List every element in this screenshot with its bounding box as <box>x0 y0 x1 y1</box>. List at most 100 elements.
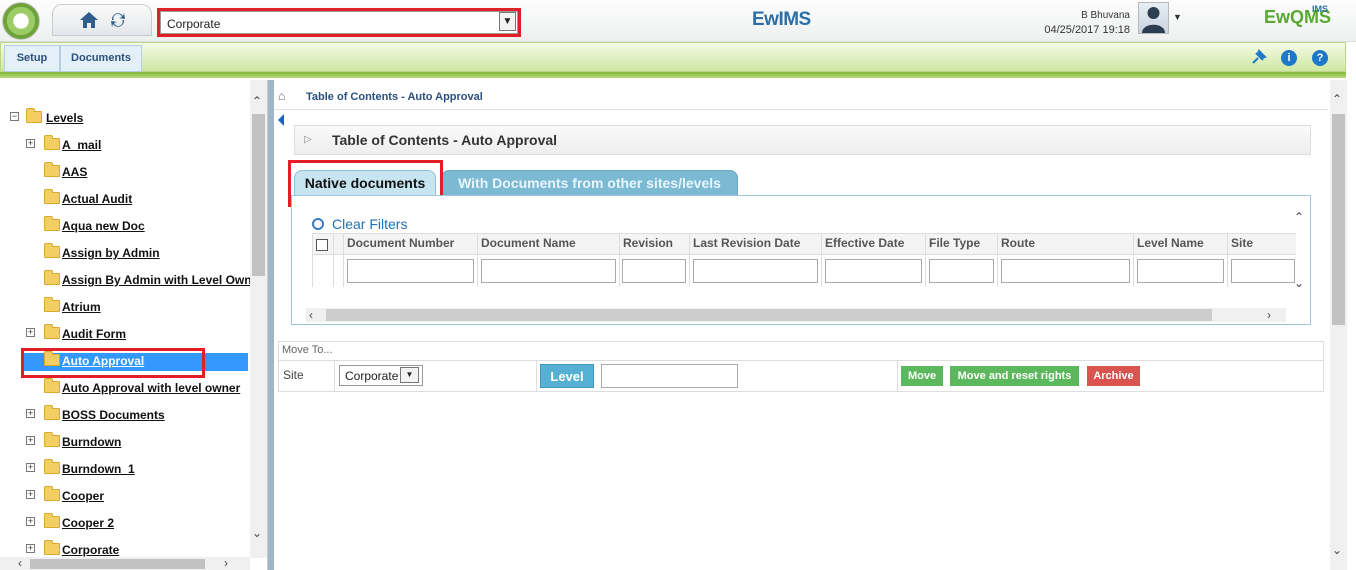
highlight-box-site-selector <box>157 8 521 37</box>
tree-hscroll-thumb[interactable] <box>30 559 205 569</box>
tree-node-label: Levels <box>46 111 84 125</box>
folder-icon <box>26 108 42 123</box>
collapse-panel-icon[interactable] <box>278 114 284 126</box>
move-button[interactable]: Move <box>901 366 943 386</box>
folder-icon <box>44 189 60 204</box>
archive-button[interactable]: Archive <box>1087 366 1140 386</box>
filter-input-file-type[interactable] <box>929 259 994 283</box>
column-header[interactable]: Revision <box>623 236 673 250</box>
column-header[interactable]: Document Name <box>481 236 576 250</box>
expand-arrow-icon[interactable]: ▷ <box>304 134 312 145</box>
menu-setup[interactable]: Setup <box>4 45 60 72</box>
tree-node-label: BOSS Documents <box>62 408 165 422</box>
folder-icon <box>44 135 60 150</box>
move-to-title: Move To... <box>282 344 333 356</box>
expand-icon[interactable]: + <box>26 328 35 337</box>
tree-node-label: Auto Approval with level owner <box>62 381 241 395</box>
folder-icon <box>44 324 60 339</box>
filter-input-effective-date[interactable] <box>825 259 922 283</box>
brand-right-sup: IMS <box>1312 4 1329 14</box>
folder-icon <box>44 243 60 258</box>
grid-scroll-left-icon[interactable]: ‹ <box>309 309 313 321</box>
column-header[interactable]: Document Number <box>347 236 454 250</box>
filter-input-site[interactable] <box>1231 259 1295 283</box>
folder-icon <box>44 513 60 528</box>
column-header[interactable]: Route <box>1001 236 1035 250</box>
folder-icon <box>44 216 60 231</box>
grid-hscroll-thumb[interactable] <box>326 309 1212 321</box>
tree-node-label: Burndown_1 <box>62 462 135 476</box>
site-label: Site <box>283 368 304 382</box>
folder-icon <box>44 459 60 474</box>
expand-icon[interactable]: + <box>26 409 35 418</box>
expand-icon[interactable]: + <box>26 463 35 472</box>
help-icon[interactable]: ? <box>1312 50 1328 66</box>
column-header[interactable]: Effective Date <box>825 236 904 250</box>
refresh-icon[interactable] <box>109 11 127 29</box>
breadcrumb-current[interactable]: Table of Contents - Auto Approval <box>306 91 483 103</box>
user-name: B Bhuvana <box>1081 10 1130 21</box>
folder-icon <box>44 297 60 312</box>
scroll-right-icon[interactable]: › <box>224 557 228 569</box>
expand-icon[interactable]: + <box>26 490 35 499</box>
green-accent-bar <box>0 72 1346 78</box>
filter-input-document-number[interactable] <box>347 259 474 283</box>
tree-node-label: Cooper 2 <box>62 516 115 530</box>
move-to-panel <box>278 341 1324 392</box>
scroll-up-icon[interactable]: ⌃ <box>252 95 262 107</box>
tree-node-label: Cooper <box>62 489 104 503</box>
main-menubar: Setup Documents i ? <box>0 42 1346 72</box>
folder-icon <box>44 270 60 285</box>
breadcrumb-home-icon[interactable]: ⌂ <box>278 89 285 103</box>
info-icon[interactable]: i <box>1281 50 1297 66</box>
ewims-logo: EwIMS <box>752 9 811 31</box>
chevron-down-icon[interactable]: ▼ <box>400 367 419 383</box>
tab-other-documents[interactable]: With Documents from other sites/levels <box>441 170 738 196</box>
level-input[interactable] <box>601 364 738 388</box>
expand-icon[interactable]: + <box>26 139 35 148</box>
tree-node-label: Assign by Admin <box>62 246 160 260</box>
menu-documents[interactable]: Documents <box>60 45 142 72</box>
tree-node-label: Burndown <box>62 435 122 449</box>
select-all-checkbox[interactable] <box>316 239 328 251</box>
panel-splitter[interactable] <box>268 80 274 570</box>
scroll-left-icon[interactable]: ‹ <box>18 557 22 569</box>
collapse-icon[interactable]: − <box>10 112 19 121</box>
scroll-down-icon[interactable]: ⌄ <box>252 527 262 539</box>
app-logo-icon[interactable] <box>2 2 40 40</box>
expand-icon[interactable]: + <box>26 544 35 553</box>
column-header[interactable]: File Type <box>929 236 980 250</box>
filter-input-level-name[interactable] <box>1137 259 1224 283</box>
tree-scroll-thumb[interactable] <box>252 114 265 276</box>
tree-node-label: Atrium <box>62 300 101 314</box>
filter-input-revision[interactable] <box>622 259 686 283</box>
level-button[interactable]: Level <box>540 364 594 388</box>
ewqms-logo: EwQMS IMS <box>1264 4 1331 28</box>
move-reset-rights-button[interactable]: Move and reset rights <box>950 366 1079 386</box>
column-header[interactable]: Site <box>1231 236 1253 250</box>
expand-icon[interactable]: + <box>26 436 35 445</box>
grid-scroll-right-icon[interactable]: › <box>1267 309 1271 321</box>
filter-input-route[interactable] <box>1001 259 1130 283</box>
user-avatar-icon[interactable] <box>1138 2 1169 34</box>
pin-icon[interactable] <box>1251 49 1267 65</box>
divider <box>278 360 1324 361</box>
toc-title: Table of Contents - Auto Approval <box>332 132 558 148</box>
caret-down-icon[interactable]: ▼ <box>1173 12 1182 22</box>
filter-input-last-revision-date[interactable] <box>693 259 818 283</box>
content-scroll-thumb[interactable] <box>1332 114 1345 325</box>
home-icon[interactable] <box>79 11 99 29</box>
brand-left-text: EwIMS <box>752 9 811 30</box>
grid-scroll-down-icon[interactable]: ⌄ <box>1294 277 1304 289</box>
filter-input-document-name[interactable] <box>481 259 616 283</box>
column-header[interactable]: Level Name <box>1137 236 1204 250</box>
content-scroll-up-icon[interactable]: ⌃ <box>1332 93 1342 105</box>
grid-scroll-up-icon[interactable]: ⌃ <box>1294 211 1304 223</box>
content-scroll-down-icon[interactable]: ⌄ <box>1332 544 1342 556</box>
tree-node-label: Aqua new Doc <box>62 219 145 233</box>
column-header[interactable]: Last Revision Date <box>693 236 800 250</box>
tree-node-label: AAS <box>62 165 88 179</box>
clear-filters-link[interactable]: Clear Filters <box>332 216 407 232</box>
search-icon[interactable] <box>312 218 324 230</box>
expand-icon[interactable]: + <box>26 517 35 526</box>
